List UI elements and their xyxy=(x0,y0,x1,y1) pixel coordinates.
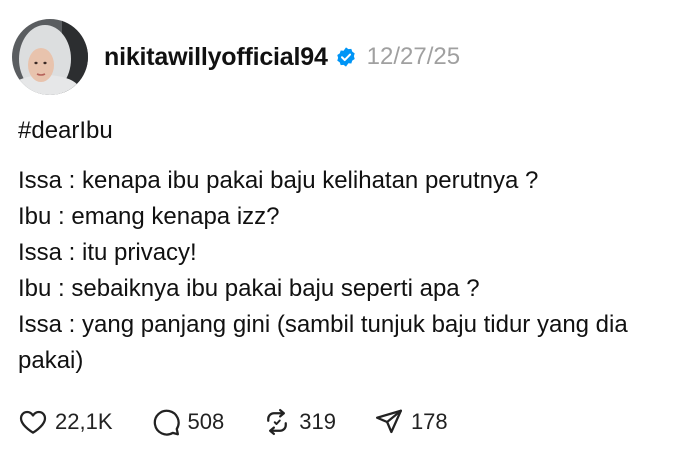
username[interactable]: nikitawillyofficial94 xyxy=(104,43,328,72)
action-bar: 22,1K 508 319 178 xyxy=(18,405,486,439)
heart-icon xyxy=(18,407,48,437)
caption-line: Issa : itu privacy! xyxy=(18,239,197,266)
hashtag-link[interactable]: #dearIbu xyxy=(18,113,688,149)
share-count: 178 xyxy=(410,409,448,434)
post-body: #dearIbu Issa : kenapa ibu pakai baju ke… xyxy=(18,113,688,379)
comment-icon xyxy=(151,407,181,437)
share-button[interactable]: 178 xyxy=(374,407,448,437)
verified-icon xyxy=(335,46,357,68)
repost-count: 319 xyxy=(299,409,336,434)
caption-line: Issa : yang panjang gini (sambil tunjuk … xyxy=(18,311,628,374)
share-icon xyxy=(374,407,404,437)
caption-line: Issa : kenapa ibu pakai baju kelihatan p… xyxy=(18,167,539,194)
caption-line: Ibu : sebaiknya ibu pakai baju seperti a… xyxy=(18,275,480,302)
comment-button[interactable]: 508 xyxy=(151,407,225,437)
like-button[interactable]: 22,1K xyxy=(18,407,113,437)
post-header: nikitawillyofficial94 12/27/25 xyxy=(12,18,460,96)
comment-count: 508 xyxy=(187,409,225,434)
repost-icon xyxy=(262,407,292,437)
post-date: 12/27/25 xyxy=(366,43,461,70)
repost-button[interactable]: 319 xyxy=(262,407,336,437)
avatar[interactable] xyxy=(12,19,88,95)
like-count: 22,1K xyxy=(55,409,113,434)
caption-line: Ibu : emang kenapa izz? xyxy=(18,203,280,230)
post-card: nikitawillyofficial94 12/27/25 #dearIbu … xyxy=(0,0,700,457)
